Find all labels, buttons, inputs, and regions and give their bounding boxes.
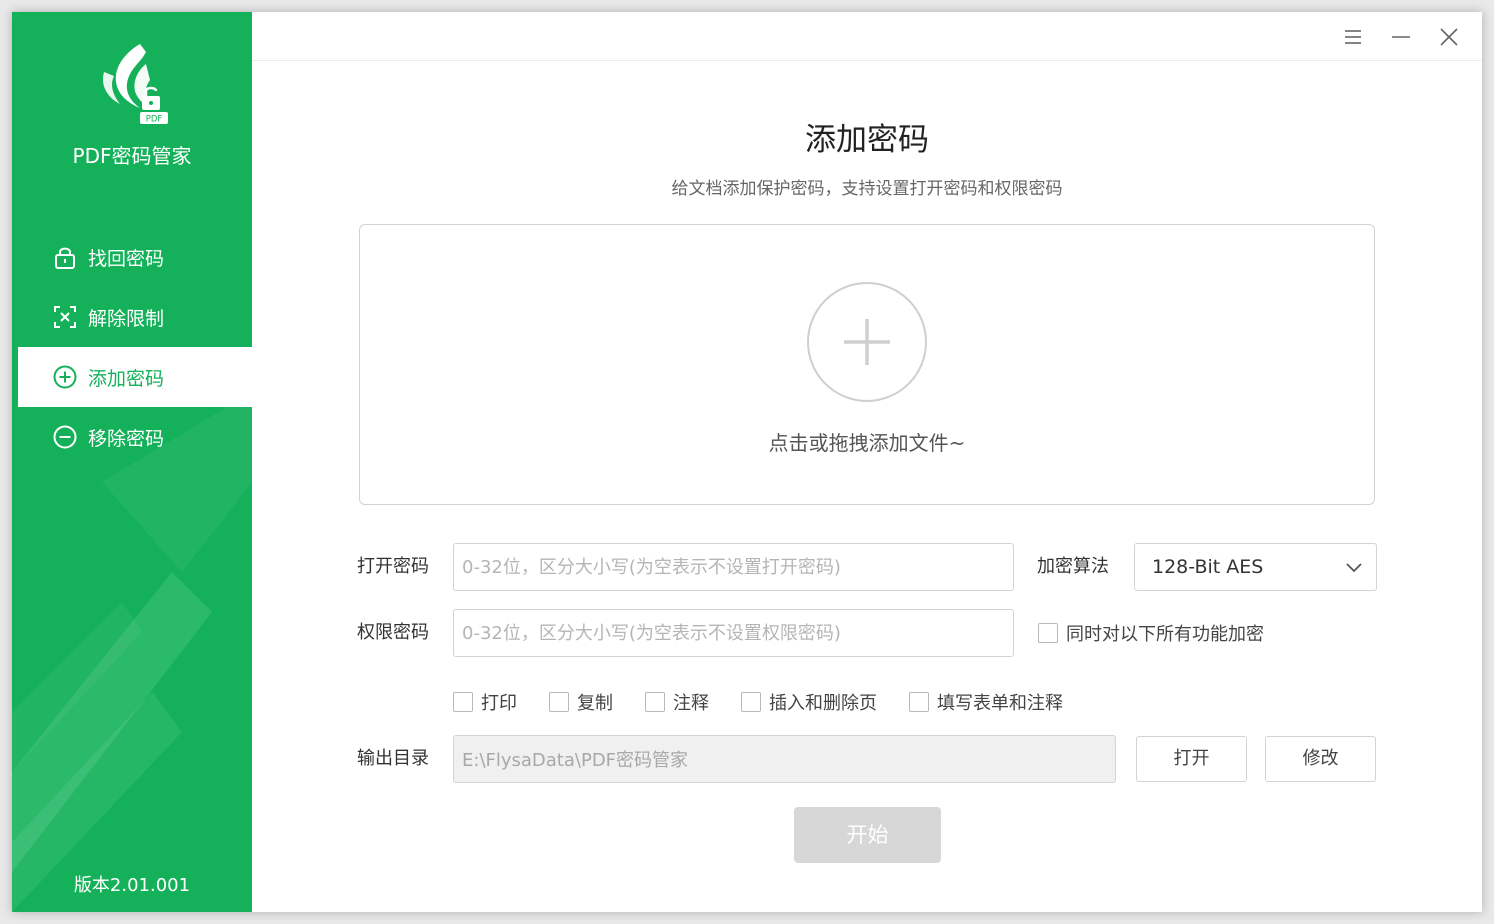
sidebar-item-label: 找回密码	[88, 247, 165, 270]
logo-badge-text: PDF	[146, 115, 163, 125]
sidebar-item-label: 添加密码	[88, 367, 165, 390]
encryption-algorithm-label: 加密算法	[1037, 556, 1109, 577]
permission-print-checkbox[interactable]: 打印	[453, 690, 517, 714]
main-content: 添加密码 给文档添加保护密码，支持设置打开密码和权限密码 点击或拖拽添加文件~ …	[252, 62, 1482, 912]
permission-annotate-checkbox[interactable]: 注释	[645, 690, 709, 714]
chevron-down-icon	[1346, 563, 1362, 573]
encryption-algorithm-select[interactable]: 128-Bit AES	[1134, 543, 1377, 591]
sidebar-item-remove-restriction[interactable]: 解除限制	[18, 287, 252, 347]
output-directory-label: 输出目录	[357, 748, 429, 769]
open-password-label: 打开密码	[357, 556, 429, 577]
minus-circle-icon	[53, 425, 77, 449]
checkbox-label: 同时对以下所有功能加密	[1066, 624, 1264, 645]
sidebar-nav: 找回密码 解除限制 添加密码 移除密码	[18, 227, 252, 467]
checkbox-label: 填写表单和注释	[937, 693, 1063, 714]
app-logo-icon: PDF	[102, 44, 168, 125]
sidebar-item-recover-password[interactable]: 找回密码	[18, 227, 252, 287]
checkbox-box	[1038, 623, 1058, 643]
permission-password-input[interactable]	[453, 609, 1014, 657]
output-directory-input[interactable]	[453, 735, 1116, 783]
close-button[interactable]	[1436, 24, 1462, 50]
permission-insert-delete-checkbox[interactable]: 插入和删除页	[741, 690, 877, 714]
open-directory-button[interactable]: 打开	[1136, 736, 1247, 782]
app-name: PDF密码管家	[72, 144, 192, 168]
sidebar-item-label: 移除密码	[88, 427, 165, 450]
add-file-icon	[807, 282, 927, 402]
sidebar-item-label: 解除限制	[88, 307, 165, 330]
checkbox-label: 复制	[577, 693, 613, 714]
open-password-input[interactable]	[453, 543, 1014, 591]
checkbox-label: 插入和删除页	[769, 693, 877, 714]
unlock-frame-icon	[54, 306, 76, 328]
encryption-algorithm-value: 128-Bit AES	[1152, 556, 1264, 578]
encrypt-all-checkbox[interactable]: 同时对以下所有功能加密	[1038, 621, 1264, 645]
sidebar: PDF PDF密码管家 找回密码 解除限制 添加密码 移除密码 版本2.01.0…	[12, 12, 252, 912]
minimize-button[interactable]	[1388, 24, 1414, 50]
checkbox-box	[909, 692, 929, 712]
page-subtitle: 给文档添加保护密码，支持设置打开密码和权限密码	[671, 179, 1063, 199]
lock-icon	[55, 247, 75, 269]
page-title: 添加密码	[805, 122, 929, 158]
modify-directory-button[interactable]: 修改	[1265, 736, 1376, 782]
menu-button[interactable]	[1340, 24, 1366, 50]
start-button[interactable]: 开始	[794, 807, 941, 863]
checkbox-box	[453, 692, 473, 712]
permission-password-label: 权限密码	[357, 622, 429, 643]
close-icon	[1440, 28, 1458, 46]
checkbox-box	[645, 692, 665, 712]
version-label: 版本2.01.001	[73, 875, 191, 896]
checkbox-box	[741, 692, 761, 712]
minimize-icon	[1392, 36, 1410, 38]
menu-icon	[1345, 30, 1361, 44]
sidebar-item-remove-password[interactable]: 移除密码	[18, 407, 252, 467]
sidebar-item-add-password[interactable]: 添加密码	[18, 347, 252, 407]
checkbox-label: 注释	[673, 693, 709, 714]
file-dropzone[interactable]: 点击或拖拽添加文件~	[359, 224, 1375, 505]
plus-icon	[844, 319, 890, 365]
checkbox-box	[549, 692, 569, 712]
checkbox-label: 打印	[481, 693, 517, 714]
plus-circle-icon	[53, 365, 77, 389]
title-bar	[252, 12, 1482, 61]
permission-copy-checkbox[interactable]: 复制	[549, 690, 613, 714]
dropzone-text: 点击或拖拽添加文件~	[768, 431, 966, 455]
permission-fill-forms-checkbox[interactable]: 填写表单和注释	[909, 690, 1063, 714]
app-window: PDF PDF密码管家 找回密码 解除限制 添加密码 移除密码 版本2.01.0…	[12, 12, 1482, 912]
